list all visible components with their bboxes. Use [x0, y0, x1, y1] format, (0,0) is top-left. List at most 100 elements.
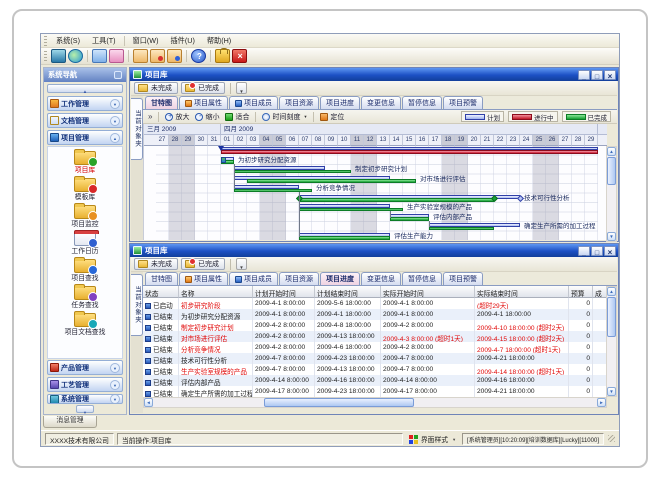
table-row[interactable]: 已结束确定生产所需的加工过程2009-4-17 8:00:002009-4-23… [143, 386, 607, 397]
sidebar-item-project-monitor[interactable]: 项目监控 [71, 205, 98, 228]
minimize-button[interactable] [578, 246, 590, 256]
toolbar-globe-icon[interactable] [68, 49, 83, 63]
message-management-tab[interactable]: 消息管理 [43, 416, 97, 428]
menu-item-2[interactable]: 窗口(W) [127, 34, 165, 47]
sidebar-scroll-up-button[interactable] [47, 84, 123, 93]
toolbar-help-icon[interactable] [191, 49, 206, 63]
chevron-down-icon[interactable] [110, 380, 120, 390]
scroll-right-button[interactable]: ► [597, 398, 606, 407]
column-header-6[interactable]: 预算 [569, 286, 593, 298]
scroll-up-button[interactable]: ▲ [607, 287, 616, 296]
tab-resources[interactable]: 项目资源 [279, 96, 319, 109]
menubar-grip[interactable] [44, 36, 47, 46]
toolbar-mail-report-icon[interactable] [150, 49, 165, 63]
interface-style-dropdown[interactable]: 界面样式 [406, 433, 459, 445]
column-header-7[interactable]: 成 [593, 286, 607, 298]
tab-resources[interactable]: 项目资源 [279, 272, 319, 285]
gantt-vertical-scrollbar[interactable]: ▲ ▼ [606, 146, 617, 242]
column-header-4[interactable]: 实际开始时间 [381, 286, 475, 298]
table-row[interactable]: 已结束对市场进行评估2009-4-2 8:00:002009-4-13 18:0… [143, 331, 607, 342]
tab-members[interactable]: 项目成员 [229, 272, 278, 285]
scroll-down-button[interactable]: ▼ [607, 387, 616, 396]
toolbar-grip[interactable] [44, 51, 47, 61]
column-header-5[interactable]: 实际结束时间 [475, 286, 569, 298]
menu-item-3[interactable]: 插件(U) [164, 34, 200, 47]
locate-button[interactable]: 定位 [317, 111, 347, 123]
gantt-done-bar[interactable] [390, 217, 429, 221]
table-row[interactable]: 已结束技术可行性分析2009-4-7 8:00:002009-4-23 18:0… [143, 353, 607, 364]
gantt-progress-bar[interactable] [221, 150, 598, 155]
column-header-3[interactable]: 计划结束时间 [315, 286, 381, 298]
table-row[interactable]: 已启动初步研究阶段2009-4-1 8:00:002009-5-6 18:00:… [143, 298, 607, 309]
filter-unfinished-button[interactable]: 未完成 [134, 258, 178, 270]
gantt-done-bar[interactable] [299, 208, 403, 212]
tab-pauses[interactable]: 暂停信息 [402, 272, 442, 285]
current-object-tab[interactable]: 当前对象夹 [131, 98, 143, 160]
scroll-thumb[interactable] [607, 157, 616, 185]
minimize-button[interactable] [578, 70, 590, 80]
toolbar-overflow-chevron[interactable]: » [145, 112, 155, 121]
tab-members[interactable]: 项目成员 [229, 96, 278, 109]
toolbar-folder-blue-icon[interactable] [92, 49, 107, 63]
menu-item-4[interactable]: 帮助(H) [201, 34, 237, 47]
table-row[interactable]: 已结束制定初步研究计划2009-4-2 8:00:002009-4-8 18:0… [143, 320, 607, 331]
sidebar-group-0[interactable]: 工作管理 [47, 96, 123, 111]
resize-grip[interactable] [608, 435, 615, 442]
time-scale-button[interactable]: 时间刻度 [259, 111, 310, 123]
tab-alerts[interactable]: 项目预警 [443, 96, 483, 109]
filter-finished-button[interactable]: 已完成 [181, 258, 225, 270]
filter-finished-button[interactable]: 已完成 [181, 82, 225, 94]
close-button[interactable] [604, 70, 616, 80]
gantt-done-bar[interactable] [234, 189, 312, 193]
sidebar-item-work-calendar[interactable]: 工作日历 [71, 232, 98, 255]
chevron-down-icon[interactable] [110, 363, 120, 373]
sidebar-overflow-button[interactable] [76, 405, 94, 413]
sidebar-group-bottom-1[interactable]: 工艺管理 [47, 377, 123, 392]
toolbar-folder-pink-icon[interactable] [109, 49, 124, 63]
restore-button[interactable] [591, 70, 603, 80]
filter-unfinished-button[interactable]: 未完成 [134, 82, 178, 94]
filter-dropdown-button[interactable] [236, 258, 247, 270]
tab-changes[interactable]: 变更信息 [361, 272, 401, 285]
sidebar-item-task-search[interactable]: 任务查找 [71, 286, 98, 309]
tab-gantt[interactable]: 甘特图 [145, 96, 178, 109]
menu-item-0[interactable]: 系统(S) [50, 34, 86, 47]
menu-item-1[interactable]: 工具(T) [86, 34, 122, 47]
column-header-2[interactable]: 计划开始时间 [253, 286, 315, 298]
close-button[interactable] [604, 246, 616, 256]
sidebar-item-project-doc-search[interactable]: 项目文档查找 [65, 313, 106, 336]
table-row[interactable]: 已结束分析竞争情况2009-4-2 8:00:002009-4-6 18:00:… [143, 342, 607, 353]
chevron-down-icon[interactable] [110, 116, 120, 126]
toolbar-lock-icon[interactable] [215, 49, 230, 63]
pin-icon[interactable] [114, 71, 122, 79]
sidebar-item-project-library[interactable]: 项目库 [74, 151, 96, 174]
scroll-up-button[interactable]: ▲ [607, 147, 616, 156]
restore-button[interactable] [591, 246, 603, 256]
current-object-tab[interactable]: 当前对象夹 [131, 274, 143, 336]
gantt-done-bar[interactable] [429, 227, 494, 231]
table-vertical-scrollbar[interactable]: ▲ ▼ [606, 286, 617, 397]
table-row[interactable]: 已结束为初步研究分配资源2009-4-1 8:00:002009-4-1 18:… [143, 309, 607, 320]
sidebar-group-bottom-2[interactable]: 系统管理 [47, 394, 123, 404]
fit-button[interactable]: 适合 [222, 111, 252, 123]
gantt-done-bar[interactable] [234, 170, 351, 174]
tab-progress[interactable]: 项目进度 [320, 272, 360, 285]
column-header-1[interactable]: 名称 [179, 286, 253, 298]
tab-properties[interactable]: 项目属性 [179, 96, 228, 109]
chevron-up-icon[interactable] [110, 133, 120, 143]
tab-alerts[interactable]: 项目预警 [443, 272, 483, 285]
toolbar-mail-note-icon[interactable] [167, 49, 182, 63]
zoom-in-button[interactable]: 放大 [162, 111, 192, 123]
scroll-down-button[interactable]: ▼ [607, 232, 616, 241]
scroll-left-button[interactable]: ◄ [144, 398, 153, 407]
gantt-done-bar[interactable] [299, 236, 390, 240]
filter-dropdown-button[interactable] [236, 82, 247, 94]
zoom-out-button[interactable]: 缩小 [192, 111, 222, 123]
table-row[interactable]: 已结束生产实验室规模的产品2009-4-7 8:00:002009-4-13 1… [143, 364, 607, 375]
sidebar-group-1[interactable]: 文档管理 [47, 113, 123, 128]
chevron-down-icon[interactable] [110, 394, 120, 404]
toolbar-mail-icon[interactable] [133, 49, 148, 63]
tab-changes[interactable]: 变更信息 [361, 96, 401, 109]
chevron-down-icon[interactable] [110, 99, 120, 109]
column-header-0[interactable]: 状态 [143, 286, 179, 298]
